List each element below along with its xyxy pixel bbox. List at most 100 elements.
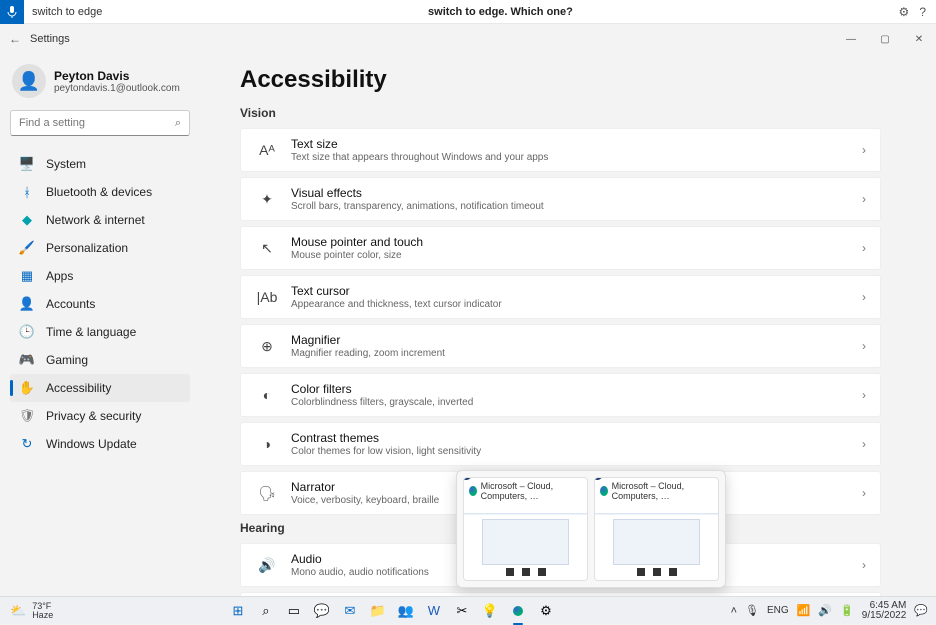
setting-sub: Color themes for low vision, light sensi… xyxy=(291,446,862,457)
word-icon[interactable]: W xyxy=(424,601,444,621)
nav-icon: ✋ xyxy=(18,379,36,397)
profile-block[interactable]: 👤 Peyton Davis peytondavis.1@outlook.com xyxy=(10,64,190,98)
snip-icon[interactable]: ✂ xyxy=(452,601,472,621)
cortana-response: switch to edge. Which one? xyxy=(102,6,898,18)
setting-contrast-themes[interactable]: ◑Contrast themesColor themes for low vis… xyxy=(240,422,881,466)
setting-icon: ⊕ xyxy=(255,338,279,355)
sidebar-item-apps[interactable]: ▦Apps xyxy=(10,262,190,290)
setting-sub: Scroll bars, transparency, animations, n… xyxy=(291,201,862,212)
nav-label: Network & internet xyxy=(46,213,145,227)
nav-icon: 🛡 xyxy=(18,407,36,425)
explorer-icon[interactable]: 📁 xyxy=(368,601,388,621)
setting-title: Text cursor xyxy=(291,284,862,298)
avatar-icon: 👤 xyxy=(12,64,46,98)
edge-icon xyxy=(600,486,608,496)
settings-gear-icon[interactable]: ⚙ xyxy=(899,5,910,19)
setting-sub: Mouse pointer color, size xyxy=(291,250,862,261)
setting-mouse-pointer-and-touch[interactable]: ↖Mouse pointer and touchMouse pointer co… xyxy=(240,226,881,270)
setting-title: Contrast themes xyxy=(291,431,862,445)
setting-icon: ◐ xyxy=(255,387,279,403)
minimize-button[interactable]: — xyxy=(834,24,868,54)
notifications-icon[interactable]: 💬 xyxy=(914,604,928,617)
clock-date: 9/15/2022 xyxy=(862,611,907,621)
profile-name: Peyton Davis xyxy=(54,69,180,83)
mic-button[interactable] xyxy=(0,0,24,24)
close-button[interactable]: ✕ xyxy=(902,24,936,54)
tips-icon[interactable]: 💡 xyxy=(480,601,500,621)
tray-mic-icon[interactable]: 🎙 xyxy=(745,604,759,617)
taskbar-center: ⊞ ⌕ ▭ 💬 ✉ 📁 👥 W ✂ 💡 ⚙ xyxy=(53,601,730,621)
edge-window-thumb[interactable]: 2Microsoft – Cloud, Computers, … xyxy=(594,477,719,581)
start-button[interactable]: ⊞ xyxy=(228,601,248,621)
chevron-right-icon: › xyxy=(862,339,866,353)
setting-visual-effects[interactable]: ✦ Visual effectsScroll bars, transparency… xyxy=(240,177,881,221)
chevron-right-icon: › xyxy=(862,486,866,500)
nav-icon: 🎮 xyxy=(18,351,36,369)
mic-icon xyxy=(7,5,17,19)
battery-icon[interactable]: 🔋 xyxy=(840,604,854,617)
setting-title: Color filters xyxy=(291,382,862,396)
setting-icon: |Ab xyxy=(255,289,279,305)
tray-chevron-icon[interactable]: ˄ xyxy=(731,605,737,617)
taskbar-search-icon[interactable]: ⌕ xyxy=(256,601,276,621)
section-heading: Vision xyxy=(240,106,881,120)
edge-window-thumb[interactable]: 1Microsoft – Cloud, Computers, … xyxy=(463,477,588,581)
find-setting-box[interactable]: ⌕ xyxy=(10,110,190,136)
wifi-icon[interactable]: 📶 xyxy=(797,604,811,617)
search-icon[interactable]: ⌕ xyxy=(175,117,181,130)
setting-sub: Magnifier reading, zoom increment xyxy=(291,348,862,359)
find-setting-input[interactable] xyxy=(19,117,175,129)
cortana-query[interactable]: switch to edge xyxy=(24,6,102,18)
edge-icon xyxy=(469,486,477,496)
nav-icon: ᚼ xyxy=(18,183,36,201)
taskbar: ⛅ 73°F Haze ⊞ ⌕ ▭ 💬 ✉ 📁 👥 W ✂ 💡 ⚙ ˄ 🎙 EN… xyxy=(0,596,936,624)
chevron-right-icon: › xyxy=(862,388,866,402)
sidebar-item-windows-update[interactable]: ↻ Windows Update xyxy=(10,430,190,458)
nav-icon: ↻ xyxy=(18,435,36,453)
setting-magnifier[interactable]: ⊕MagnifierMagnifier reading, zoom increm… xyxy=(240,324,881,368)
thumb-title: Microsoft – Cloud, Computers, … xyxy=(481,481,582,501)
sidebar-item-gaming[interactable]: 🎮Gaming xyxy=(10,346,190,374)
help-icon[interactable]: ? xyxy=(919,5,926,19)
chevron-right-icon: › xyxy=(862,290,866,304)
sidebar-item-time-language[interactable]: 🕒 Time & language xyxy=(10,318,190,346)
sidebar-item-personalization[interactable]: 🖌️Personalization xyxy=(10,234,190,262)
setting-text-size[interactable]: AᴬText sizeText size that appears throug… xyxy=(240,128,881,172)
volume-icon[interactable]: 🔊 xyxy=(818,604,832,617)
sidebar-item-accessibility[interactable]: ✋ Accessibility xyxy=(10,374,190,402)
nav-label: Windows Update xyxy=(46,437,137,451)
sidebar-item-accounts[interactable]: 👤Accounts xyxy=(10,290,190,318)
sidebar-item-bluetooth-devices[interactable]: ᚼBluetooth & devices xyxy=(10,178,190,206)
maximize-button[interactable]: ▢ xyxy=(868,24,902,54)
task-view-icon[interactable]: ▭ xyxy=(284,601,304,621)
nav-icon: 🖥️ xyxy=(18,155,36,173)
taskbar-weather[interactable]: ⛅ 73°F Haze xyxy=(0,602,53,620)
profile-email: peytondavis.1@outlook.com xyxy=(54,83,180,94)
setting-title: Visual effects xyxy=(291,186,862,200)
setting-text-cursor[interactable]: |Ab Text cursorAppearance and thickness, … xyxy=(240,275,881,319)
chevron-right-icon: › xyxy=(862,143,866,157)
weather-desc: Haze xyxy=(32,611,53,620)
nav-icon: 🕒 xyxy=(18,323,36,341)
titlebar: ← Settings — ▢ ✕ xyxy=(0,24,936,54)
settings-icon[interactable]: ⚙ xyxy=(536,601,556,621)
setting-icon: Aᴬ xyxy=(255,142,279,158)
chevron-right-icon: › xyxy=(862,558,866,572)
nav-label: Time & language xyxy=(46,325,136,339)
taskbar-clock[interactable]: 6:45 AM 9/15/2022 xyxy=(862,601,907,621)
setting-color-filters[interactable]: ◐Color filtersColorblindness filters, gr… xyxy=(240,373,881,417)
sidebar-item-network-internet[interactable]: ◆Network & internet xyxy=(10,206,190,234)
nav-label: Accessibility xyxy=(46,381,111,395)
teams-icon[interactable]: 👥 xyxy=(396,601,416,621)
edge-icon[interactable] xyxy=(508,601,528,621)
tray-lang[interactable]: ENG xyxy=(767,605,789,616)
chat-icon[interactable]: 💬 xyxy=(312,601,332,621)
back-button[interactable]: ← xyxy=(0,32,30,46)
outlook-icon[interactable]: ✉ xyxy=(340,601,360,621)
setting-sub: Text size that appears throughout Window… xyxy=(291,152,862,163)
setting-sub: Appearance and thickness, text cursor in… xyxy=(291,299,862,310)
sidebar-item-privacy-security[interactable]: 🛡Privacy & security xyxy=(10,402,190,430)
setting-icon: ✦ xyxy=(255,191,279,208)
sidebar-item-system[interactable]: 🖥️System xyxy=(10,150,190,178)
thumb-preview xyxy=(464,504,587,580)
